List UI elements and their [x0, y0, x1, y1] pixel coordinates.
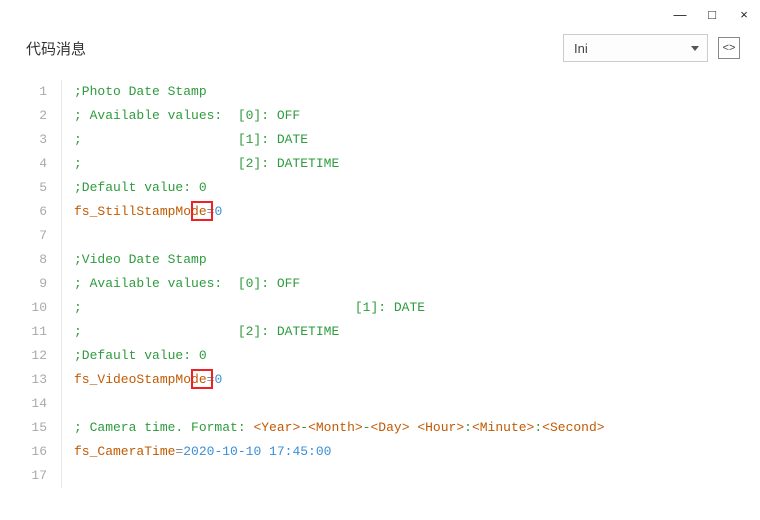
code-line: ; Available values: [0]: OFF [74, 272, 605, 296]
code-line: ;Default value: 0 [74, 176, 605, 200]
page-title: 代码消息 [26, 38, 86, 59]
minimize-button[interactable]: — [672, 6, 688, 22]
line-number: 16 [0, 440, 47, 464]
line-number: 17 [0, 464, 47, 488]
code-line: ; Camera time. Format: <Year>-<Month>-<D… [74, 416, 605, 440]
line-number: 7 [0, 224, 47, 248]
code-view-toggle[interactable]: <> [718, 37, 740, 59]
code-line: ; [2]: DATETIME [74, 320, 605, 344]
close-button[interactable]: × [736, 6, 752, 22]
code-lines: ;Photo Date Stamp; Available values: [0]… [62, 80, 605, 488]
code-editor[interactable]: 1234567891011121314151617 ;Photo Date St… [0, 72, 760, 488]
code-line: ;Default value: 0 [74, 344, 605, 368]
line-number: 14 [0, 392, 47, 416]
code-line: ; [1]: DATE [74, 128, 605, 152]
code-line: ;Video Date Stamp [74, 248, 605, 272]
maximize-button[interactable]: □ [704, 6, 720, 22]
line-number: 10 [0, 296, 47, 320]
line-number: 8 [0, 248, 47, 272]
line-number: 12 [0, 344, 47, 368]
line-number: 4 [0, 152, 47, 176]
language-select[interactable]: Ini [563, 34, 708, 62]
code-line: ; [2]: DATETIME [74, 152, 605, 176]
code-line: fs_StillStampMode=0 [74, 200, 605, 224]
header: 代码消息 Ini <> [0, 0, 760, 72]
code-line: ; Available values: [0]: OFF [74, 104, 605, 128]
line-number-gutter: 1234567891011121314151617 [0, 80, 62, 488]
line-number: 11 [0, 320, 47, 344]
code-line [74, 392, 605, 416]
line-number: 5 [0, 176, 47, 200]
line-number: 6 [0, 200, 47, 224]
line-number: 15 [0, 416, 47, 440]
code-line: ;Photo Date Stamp [74, 80, 605, 104]
language-select-value: Ini [574, 41, 588, 56]
window-controls: — □ × [672, 6, 752, 22]
line-number: 9 [0, 272, 47, 296]
code-icon: <> [723, 42, 736, 54]
chevron-down-icon [691, 46, 699, 51]
line-number: 13 [0, 368, 47, 392]
code-line [74, 224, 605, 248]
header-controls: Ini <> [563, 34, 740, 62]
code-line: fs_VideoStampMode=0 [74, 368, 605, 392]
line-number: 1 [0, 80, 47, 104]
code-line: ; [1]: DATE [74, 296, 605, 320]
code-line: fs_CameraTime=2020-10-10 17:45:00 [74, 440, 605, 464]
code-line [74, 464, 605, 488]
line-number: 2 [0, 104, 47, 128]
line-number: 3 [0, 128, 47, 152]
